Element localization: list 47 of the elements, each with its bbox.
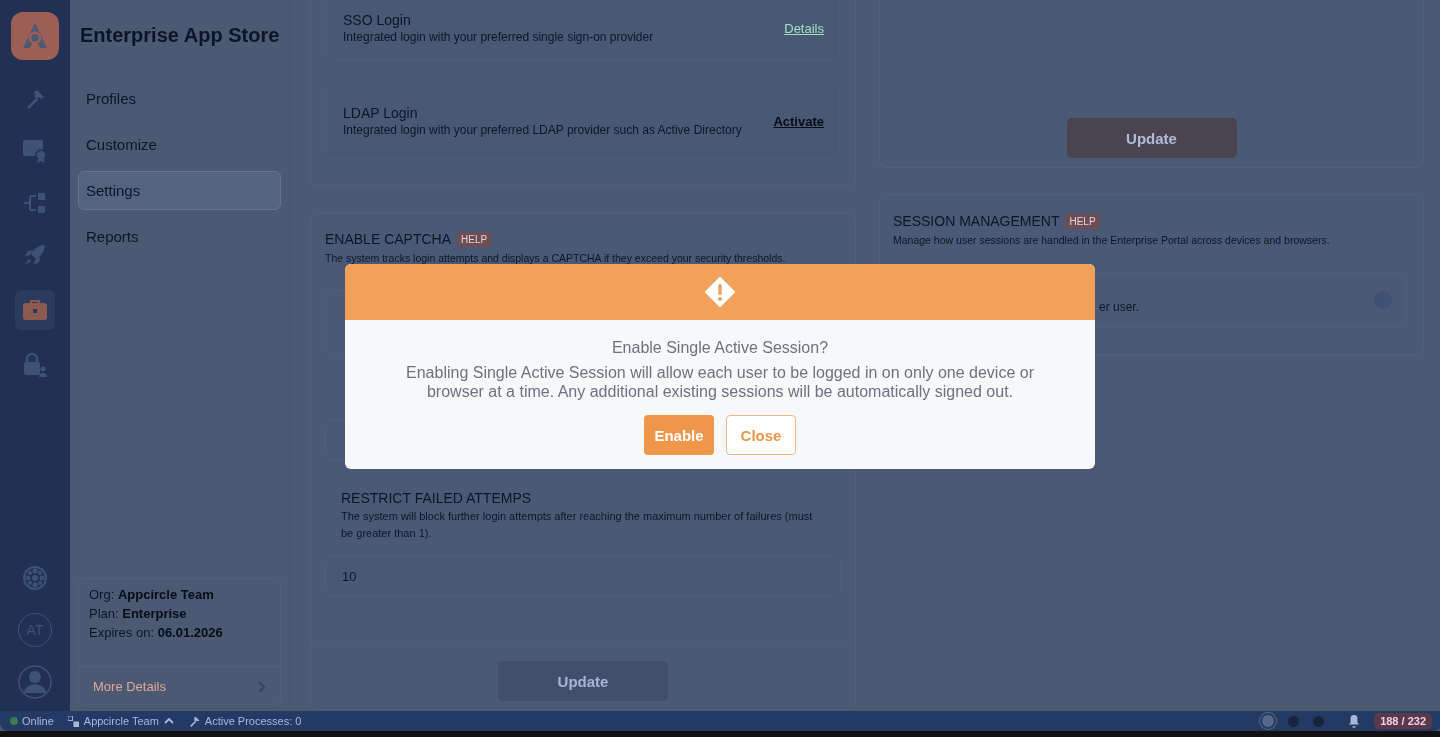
app-title: Enterprise App Store: [79, 24, 281, 47]
number-field[interactable]: 10: [325, 556, 841, 596]
org-info-line: Plan: Enterprise: [89, 606, 188, 621]
team-switcher[interactable]: Appcircle Team: [67, 715, 174, 727]
section-title: SESSION MANAGEMENT: [893, 213, 1060, 229]
update-button[interactable]: Update: [1066, 118, 1237, 158]
status-text: Active Processes: 0: [204, 715, 302, 727]
bell-icon[interactable]: [1348, 714, 1361, 728]
dialog-message: Enabling Single Active Session will allow each user to be logged in on only one device or browser at a time. Any additional existing sessions will be automatically signed out.: [405, 363, 1035, 401]
nav-item[interactable]: Settings: [78, 171, 281, 210]
caret-icon: [163, 718, 174, 724]
enable-button[interactable]: Enable: [644, 415, 714, 455]
help-badge[interactable]: HELP: [457, 231, 492, 247]
briefcase-icon[interactable]: [15, 290, 55, 330]
app-logo: [11, 12, 59, 60]
close-button[interactable]: Close: [726, 415, 796, 455]
help-badge[interactable]: HELP: [1065, 213, 1100, 229]
status-circle-icon: [1313, 715, 1325, 727]
section-description: Manage how user sessions are handled in the Enterprise Portal across devices and browsers.: [893, 234, 1331, 246]
online-dot: [10, 717, 18, 725]
org-info-line: Expires on: 06.01.2026: [89, 625, 224, 640]
option-title: LDAP Login: [343, 104, 419, 121]
status-text: Online: [22, 715, 54, 727]
nav-item[interactable]: Reports: [78, 217, 281, 256]
option-link[interactable]: Activate: [773, 113, 824, 129]
section-description: The system tracks login attempts and displays a CAPTCHA if they exceed your security thresholds.: [325, 252, 787, 264]
option-description: er user.: [1099, 300, 1140, 314]
dialog-title: Enable Single Active Session?: [611, 339, 829, 357]
status-circle-icon: [1262, 715, 1275, 727]
option-title: SSO Login: [343, 12, 412, 28]
option-description: Integrated login with your preferred LDAP provider such as Active Directory: [343, 122, 743, 138]
section-title: ENABLE CAPTCHA: [325, 231, 452, 247]
update-button[interactable]: Update: [498, 661, 668, 701]
count-badge: 188 / 232: [1374, 713, 1432, 729]
nav-item[interactable]: Profiles: [78, 79, 281, 118]
option-link[interactable]: Details: [784, 21, 824, 36]
warning-icon: [705, 277, 735, 307]
org-info-line: Org: Appcircle Team: [89, 587, 215, 602]
team-icon: [67, 715, 79, 727]
option-description: Integrated login with your preferred single sign-on provider: [343, 30, 655, 45]
hammer-icon: [187, 714, 201, 728]
field-description: The system will block further login attempts after reaching the maximum number of failures (must be greater than 1).: [341, 509, 814, 541]
avatar-icon[interactable]: [18, 665, 52, 699]
more-details-link[interactable]: More Details: [79, 666, 280, 704]
nav-item[interactable]: Customize: [78, 125, 281, 164]
field-label: RESTRICT FAILED ATTEMPS: [341, 490, 533, 506]
status-circle-icon: [1288, 715, 1300, 727]
